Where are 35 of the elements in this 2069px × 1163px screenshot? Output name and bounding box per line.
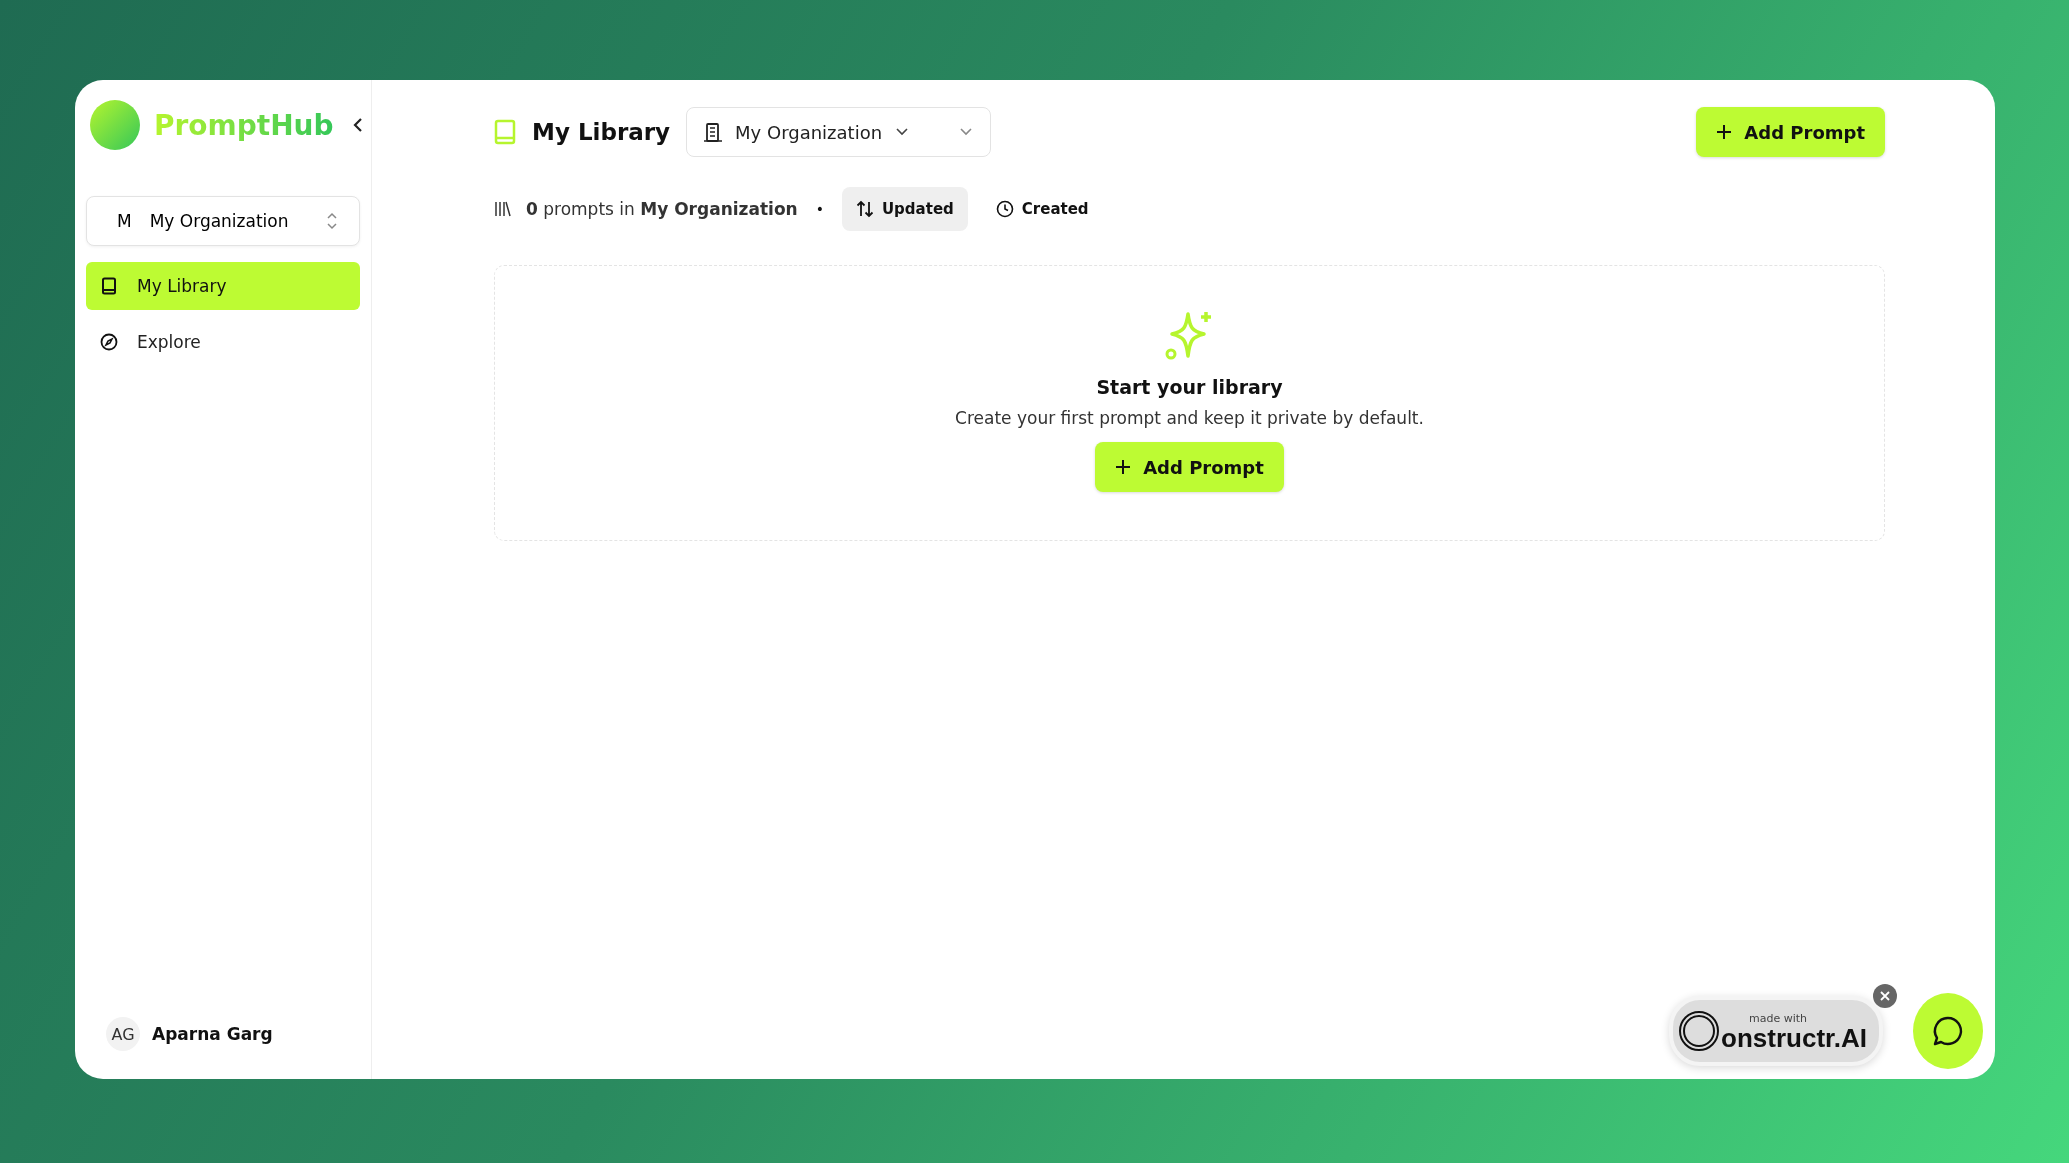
prompt-count: 0 prompts in My Organization (526, 199, 798, 219)
logo-icon (90, 100, 140, 150)
c-logo-icon (1679, 1011, 1720, 1051)
organization-switcher[interactable]: M My Organization (86, 196, 360, 246)
plus-icon (1115, 459, 1132, 475)
clock-icon (995, 200, 1014, 218)
empty-description: Create your first prompt and keep it private by default. (955, 408, 1424, 428)
separator-dot: • (815, 201, 824, 217)
user-avatar: AG (106, 1017, 140, 1051)
made-with-badge[interactable]: made with onstructr.AI (1669, 996, 1883, 1066)
chevron-down-icon (958, 126, 975, 138)
nav-item[interactable]: My Library (86, 262, 360, 310)
book-icon (99, 276, 119, 296)
badge-logo-text: onstructr.AI (1721, 1024, 1867, 1051)
sort-option[interactable]: Updated (841, 187, 968, 231)
sort-arrows-icon (855, 200, 874, 218)
sort-option[interactable]: Created (981, 187, 1103, 231)
organization-select[interactable]: My Organization (686, 107, 992, 157)
empty-title: Start your library (1096, 376, 1283, 398)
add-prompt-button[interactable]: Add Prompt (1095, 442, 1284, 492)
plus-icon (1716, 124, 1733, 140)
nav-item[interactable]: Explore (86, 318, 360, 366)
compass-icon (99, 332, 119, 352)
user-name: Aparna Garg (152, 1024, 273, 1044)
close-icon[interactable] (1873, 984, 1897, 1008)
add-prompt-button[interactable]: Add Prompt (1696, 107, 1885, 157)
library-icon (494, 200, 512, 218)
chevron-down-icon (894, 126, 911, 138)
building-icon (703, 121, 724, 143)
chevron-left-icon[interactable] (351, 116, 364, 134)
speech-bubble-icon (1931, 1014, 1965, 1048)
book-icon (494, 119, 516, 145)
up-down-chevron-icon (325, 211, 339, 231)
badge-caption: made with (1748, 1011, 1807, 1025)
page-title: My Library (532, 119, 671, 145)
